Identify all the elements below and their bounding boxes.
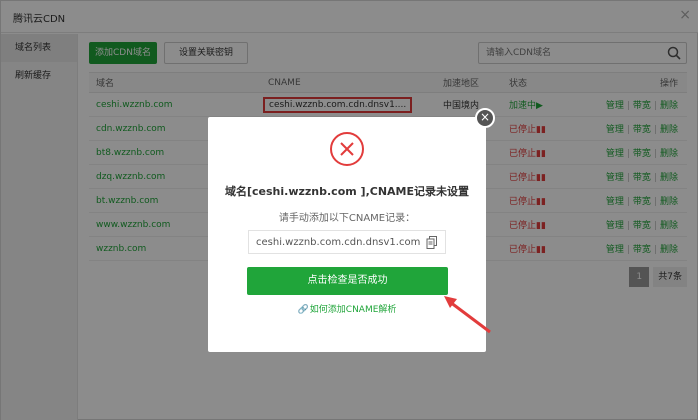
copy-icon[interactable] xyxy=(426,236,438,249)
dialog-subtitle: 请手动添加以下CNAME记录： xyxy=(278,213,416,224)
cname-value: ceshi.wzznb.com.cdn.dnsv1.com xyxy=(256,237,421,248)
dialog-title: 域名[ceshi.wzznb.com ],CNAME记录未设置 xyxy=(224,185,469,198)
help-link-text: 如何添加CNAME解析 xyxy=(309,305,397,315)
error-circle-icon xyxy=(330,132,364,166)
link-icon: 🔗 xyxy=(297,305,309,315)
cname-value-field: ceshi.wzznb.com.cdn.dnsv1.com xyxy=(248,230,446,254)
check-success-button[interactable]: 点击检查是否成功 xyxy=(247,267,448,295)
dialog-close-icon[interactable]: × xyxy=(475,108,495,128)
annotation-arrow-icon xyxy=(444,296,491,334)
